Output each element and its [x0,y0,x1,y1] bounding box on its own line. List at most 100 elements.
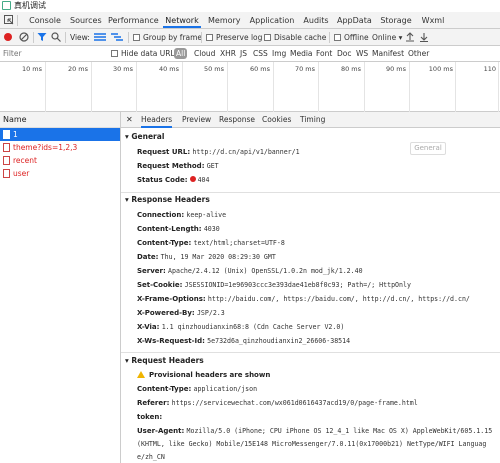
filter-type-cloud[interactable]: Cloud [194,48,215,59]
file-icon [3,143,10,152]
timeline-tick: 110 [483,65,496,73]
request-row[interactable]: theme?ids=1,2,3 [0,141,120,154]
header-row: Date: Thu, 19 Mar 2020 08:29:30 GMT [137,253,276,261]
request-row[interactable]: 1 [0,128,120,141]
search-icon[interactable] [51,32,61,42]
header-row: Connection: keep-alive [137,211,227,219]
warning-icon [137,371,145,378]
chevron-down-icon: ▾ [398,33,403,42]
tab-response[interactable]: Response [219,112,255,128]
general-button[interactable]: General [410,142,446,155]
network-toolbar: View: Group by frame Preserve log Disabl… [0,29,500,46]
timeline-tick: 70 ms [294,65,315,73]
inspect-icon[interactable] [4,15,14,25]
filter-input[interactable] [0,46,108,61]
request-headers-section-toggle[interactable]: ▾ Request Headers [121,354,500,368]
filter-type-img[interactable]: Img [272,48,286,59]
file-icon [3,130,10,139]
record-icon[interactable] [4,33,12,41]
filter-type-css[interactable]: CSS [253,48,268,59]
group-by-frame-checkbox[interactable]: Group by frame [133,32,202,43]
filter-type-media[interactable]: Media [290,48,313,59]
preserve-log-checkbox[interactable]: Preserve log [206,32,262,43]
disable-cache-label: Disable cache [274,33,327,42]
group-by-frame-label: Group by frame [143,33,203,42]
tab-network[interactable]: Network [163,14,201,28]
filter-type-ws[interactable]: WS [356,48,368,59]
name-column-header[interactable]: Name [0,112,120,128]
timeline-tick: 30 ms [112,65,133,73]
preserve-log-label: Preserve log [216,33,263,42]
tab-sources[interactable]: Sources [70,14,102,28]
upload-icon[interactable] [405,32,415,42]
request-row[interactable]: user [0,167,120,180]
tab-appdata[interactable]: AppData [337,14,372,28]
response-headers-section-toggle[interactable]: ▾ Response Headers [121,193,500,207]
header-row: X-Powered-By: JSP/2.3 [137,309,225,317]
general-section-title: General [131,132,165,141]
filter-type-font[interactable]: Font [316,48,332,59]
header-row: Content-Type: text/html;charset=UTF-8 [137,239,285,247]
tab-wxml[interactable]: Wxml [421,14,445,28]
clear-icon[interactable] [19,32,29,42]
header-row: Status Code: 404 [137,176,210,184]
download-icon[interactable] [419,32,429,42]
large-rows-icon[interactable] [94,32,106,42]
request-detail-pane: ✕ Headers Preview Response Cookies Timin… [121,112,500,463]
response-headers-title: Response Headers [131,195,210,204]
header-row: Server: Apache/2.4.12 (Unix) OpenSSL/1.0… [137,267,363,275]
throttle-value: Online [372,33,397,42]
header-row-continued: (KHTML, like Gecko) Mobile/15E148 MicroM… [137,440,487,448]
close-icon[interactable]: ✕ [126,112,133,128]
status-error-icon [189,176,196,182]
filter-type-manifest[interactable]: Manifest [372,48,404,59]
tab-storage[interactable]: Storage [380,14,412,28]
filter-type-other[interactable]: Other [408,48,429,59]
timeline-tick: 100 ms [428,65,453,73]
request-row[interactable]: recent [0,154,120,167]
filter-icon[interactable] [37,32,47,42]
header-row: token: [137,413,163,421]
request-headers-title: Request Headers [131,356,204,365]
offline-checkbox[interactable]: Offline [334,32,369,43]
filter-type-all[interactable]: All [174,48,188,59]
hide-data-urls-checkbox[interactable]: Hide data URLs [111,48,179,59]
waterfall-icon[interactable] [111,32,123,42]
view-label: View: [70,33,90,42]
tab-headers[interactable]: Headers [141,112,173,128]
tab-performance[interactable]: Performance [108,14,159,28]
filter-type-js[interactable]: JS [240,48,247,59]
timeline-overview[interactable]: 10 ms 20 ms 30 ms 40 ms 50 ms 60 ms 70 m… [0,62,500,112]
file-icon [3,156,10,165]
tab-timing[interactable]: Timing [300,112,325,128]
timeline-tick: 80 ms [340,65,361,73]
timeline-tick: 20 ms [67,65,88,73]
header-row: Set-Cookie: JSESSIONID=1e96903ccc3e393da… [137,281,411,289]
request-list: Name 1 theme?ids=1,2,3 recent user [0,112,121,463]
provisional-warning: Provisional headers are shown [137,369,270,382]
tab-console[interactable]: Console [28,14,62,28]
tab-preview[interactable]: Preview [182,112,211,128]
tab-application[interactable]: Application [249,14,295,28]
timeline-tick: 90 ms [385,65,406,73]
window-title: 真机调试 [14,1,46,10]
header-row: X-Frame-Options: http://baidu.com/, http… [137,295,470,303]
hide-data-urls-label: Hide data URLs [121,49,179,58]
filter-type-xhr[interactable]: XHR [220,48,236,59]
file-icon [3,169,10,178]
header-row: Referer: https://servicewechat.com/wx061… [137,399,418,407]
header-row: X-Ws-Request-Id: 5e732d6a_qinzhoudianxin… [137,337,351,345]
timeline-tick: 60 ms [249,65,270,73]
header-row: Content-Type: application/json [137,385,258,393]
request-name: recent [13,156,37,165]
tab-audits[interactable]: Audits [302,14,330,28]
disable-cache-checkbox[interactable]: Disable cache [264,32,326,43]
timeline-tick: 10 ms [21,65,42,73]
header-row: Request Method: GET [137,162,219,170]
panel-tabbar: Console Sources Performance Network Memo… [0,12,500,29]
filter-type-doc[interactable]: Doc [337,48,352,59]
throttle-select[interactable]: Online ▾ [372,32,402,43]
request-name: 1 [13,130,18,139]
tab-memory[interactable]: Memory [208,14,241,28]
tab-cookies[interactable]: Cookies [262,112,291,128]
